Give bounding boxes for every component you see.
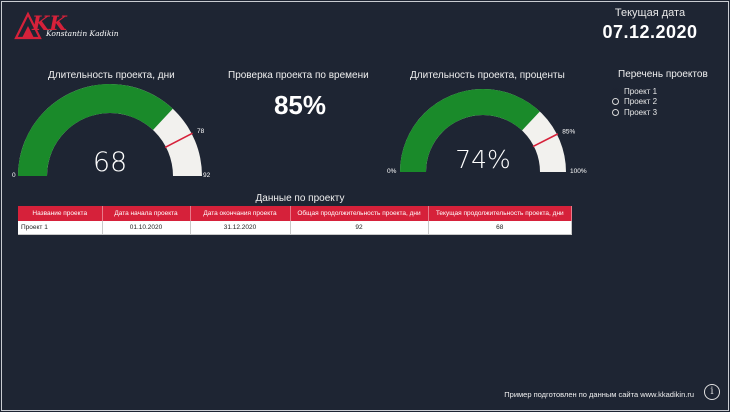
project-option[interactable]: Проект 1 <box>612 86 657 97</box>
table-cell: 31.12.2020 <box>190 221 291 235</box>
project-list-title: Перечень проектов <box>618 69 708 80</box>
info-icon[interactable]: i <box>704 384 720 400</box>
gauge-percent-value: 74% <box>455 145 511 174</box>
project-data-table: Название проекта Дата начала проекта Дат… <box>18 206 572 235</box>
column-header[interactable]: Дата окончания проекта <box>190 206 291 221</box>
gauge-percent-min-label: 0% <box>387 168 397 175</box>
table-cell: Проект 1 <box>18 221 103 235</box>
column-header[interactable]: Текущая продолжительность проекта, дни <box>428 206 572 221</box>
logo-subtitle: Konstantin Kadikin <box>46 29 119 38</box>
project-option-label: Проект 2 <box>624 97 658 107</box>
gauge-percent-max-label: 100% <box>570 168 587 175</box>
project-option-label: Проект 3 <box>624 107 658 117</box>
column-header[interactable]: Общая продолжительность проекта, дни <box>290 206 429 221</box>
gauge-percent[interactable]: 74% 0% 100% 85% <box>373 78 603 188</box>
gauge-days[interactable]: 68 0 92 78 <box>0 78 230 188</box>
current-date-value: 07.12.2020 <box>602 22 698 42</box>
table-title: Данные по проекту <box>255 193 345 204</box>
project-option[interactable]: Проект 3 <box>612 107 657 118</box>
current-date-label: Текущая дата <box>614 7 686 19</box>
column-header[interactable]: Дата начала проекта <box>102 206 191 221</box>
gauge-percent-target-label: 85% <box>562 129 575 136</box>
radio-icon[interactable] <box>612 87 619 95</box>
table-cell: 01.10.2020 <box>102 221 191 235</box>
project-option-label: Проект 1 <box>624 86 658 96</box>
table-row[interactable]: Проект 1 01.10.2020 31.12.2020 92 68 <box>18 221 572 235</box>
radio-icon[interactable] <box>612 108 619 116</box>
gauge-days-max-label: 92 <box>203 172 211 179</box>
gauge-days-target-label: 78 <box>197 128 205 135</box>
check-value: 85% <box>273 90 327 120</box>
column-header[interactable]: Название проекта <box>18 206 103 221</box>
radio-icon[interactable] <box>612 98 619 106</box>
table-cell: 68 <box>428 221 572 235</box>
gauge-days-value: 68 <box>93 147 127 178</box>
project-option[interactable]: Проект 2 <box>612 97 657 108</box>
project-list: Проект 1 Проект 2 Проект 3 <box>612 86 657 118</box>
check-title: Проверка проекта по времени <box>228 70 369 81</box>
table-cell: 92 <box>290 221 429 235</box>
gauge-days-min-label: 0 <box>12 172 16 179</box>
footer-source-text: Пример подготовлен по данным сайта www.k… <box>504 390 694 399</box>
table-header-row: Название проекта Дата начала проекта Дат… <box>18 206 572 221</box>
